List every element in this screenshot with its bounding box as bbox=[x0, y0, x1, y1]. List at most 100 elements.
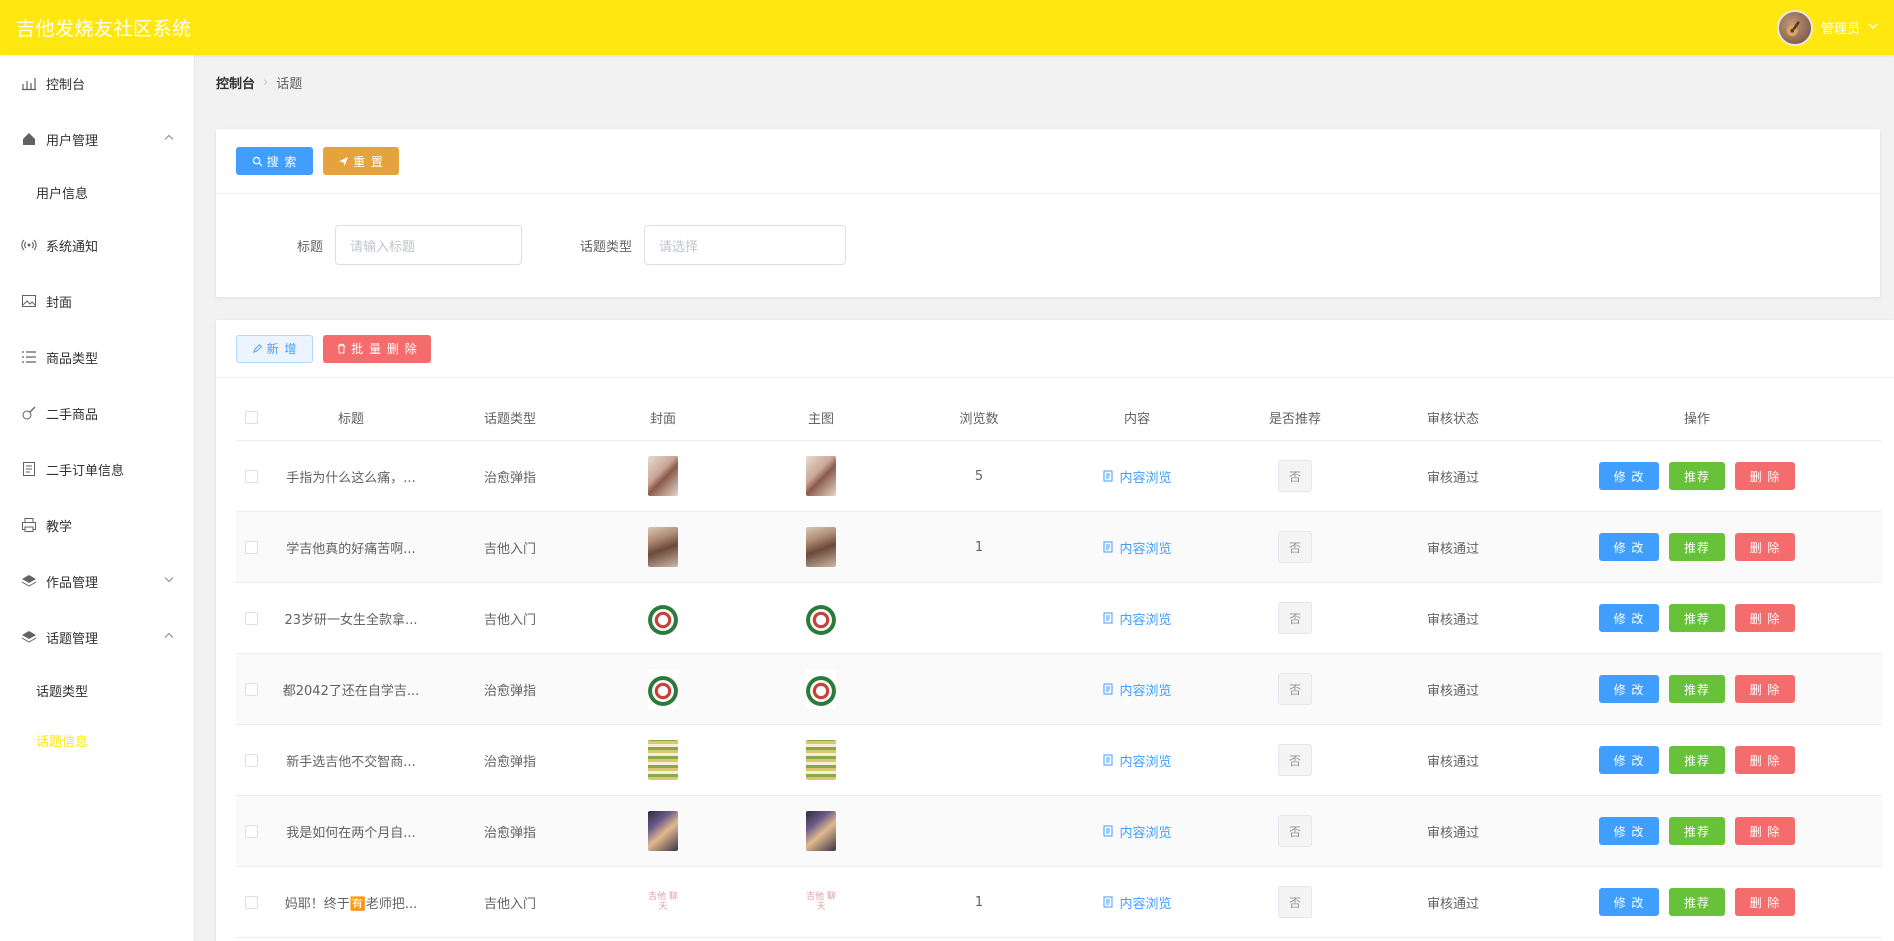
main-image-thumbnail[interactable] bbox=[806, 456, 836, 496]
broadcast-icon bbox=[20, 236, 38, 254]
printer-icon bbox=[20, 516, 38, 534]
reset-button-label: 重 置 bbox=[353, 154, 384, 169]
row-checkbox[interactable] bbox=[244, 895, 258, 909]
top-bar: 吉他发烧友社区系统 管理员 bbox=[0, 0, 1894, 55]
row-checkbox[interactable] bbox=[244, 824, 258, 838]
recommend-toggle[interactable]: 否 bbox=[1278, 531, 1312, 563]
search-button[interactable]: 搜 索 bbox=[236, 147, 313, 175]
edit-button[interactable]: 修 改 bbox=[1599, 462, 1659, 490]
main-image-thumbnail[interactable] bbox=[806, 740, 836, 780]
cell-title: 手指为什么这么痛，... bbox=[286, 470, 416, 486]
type-select[interactable]: 请选择 bbox=[644, 225, 846, 265]
search-button-label: 搜 索 bbox=[266, 154, 298, 169]
sidebar-item-label: 作品管理 bbox=[46, 575, 99, 591]
delete-button[interactable]: 删 除 bbox=[1735, 533, 1795, 561]
edit-button[interactable]: 修 改 bbox=[1599, 533, 1659, 561]
sidebar-item-second-hand[interactable]: 二手商品 bbox=[0, 385, 194, 441]
recommend-toggle[interactable]: 否 bbox=[1278, 673, 1312, 705]
app-title: 吉他发烧友社区系统 bbox=[16, 18, 192, 40]
sidebar-item-topic-type[interactable]: 话题类型 bbox=[0, 665, 194, 715]
recommend-toggle[interactable]: 否 bbox=[1278, 602, 1312, 634]
cover-thumbnail[interactable] bbox=[648, 669, 678, 709]
sidebar-item-topics[interactable]: 话题管理 bbox=[0, 609, 194, 665]
user-menu[interactable]: 管理员 bbox=[1776, 9, 1878, 46]
cover-thumbnail[interactable] bbox=[648, 598, 678, 638]
cover-thumbnail[interactable] bbox=[648, 811, 678, 851]
content-view-link[interactable]: 内容浏览 bbox=[1102, 609, 1172, 628]
content-view-link[interactable]: 内容浏览 bbox=[1102, 538, 1172, 557]
recommend-button[interactable]: 推荐 bbox=[1669, 888, 1725, 916]
sidebar-item-works[interactable]: 作品管理 bbox=[0, 553, 194, 609]
sidebar-item-cover[interactable]: 封面 bbox=[0, 273, 194, 329]
batch-delete-button[interactable]: 批 量 删 除 bbox=[323, 334, 431, 363]
content-view-link[interactable]: 内容浏览 bbox=[1102, 893, 1172, 912]
recommend-toggle[interactable]: 否 bbox=[1278, 460, 1312, 492]
recommend-button[interactable]: 推荐 bbox=[1669, 533, 1725, 561]
main-image-thumbnail[interactable] bbox=[806, 669, 836, 709]
add-button[interactable]: 新 增 bbox=[236, 334, 313, 363]
content-view-link[interactable]: 内容浏览 bbox=[1102, 751, 1172, 770]
recommend-toggle[interactable]: 否 bbox=[1278, 744, 1312, 776]
delete-button[interactable]: 删 除 bbox=[1735, 675, 1795, 703]
main-image-thumbnail[interactable] bbox=[806, 811, 836, 851]
delete-button[interactable]: 删 除 bbox=[1735, 888, 1795, 916]
sidebar-item-dashboard[interactable]: 控制台 bbox=[0, 55, 194, 111]
picture-icon bbox=[20, 292, 38, 310]
sidebar-item-orders[interactable]: 二手订单信息 bbox=[0, 441, 194, 497]
content-view-link[interactable]: 内容浏览 bbox=[1102, 822, 1172, 841]
delete-button[interactable]: 删 除 bbox=[1735, 604, 1795, 632]
main-image-thumbnail[interactable] bbox=[806, 598, 836, 638]
row-checkbox[interactable] bbox=[244, 753, 258, 767]
breadcrumb-home[interactable]: 控制台 bbox=[216, 73, 255, 92]
edit-button[interactable]: 修 改 bbox=[1599, 888, 1659, 916]
delete-button[interactable]: 删 除 bbox=[1735, 462, 1795, 490]
avatar[interactable] bbox=[1776, 9, 1813, 46]
cover-thumbnail[interactable] bbox=[648, 456, 678, 496]
edit-button[interactable]: 修 改 bbox=[1599, 746, 1659, 774]
cover-thumbnail[interactable] bbox=[648, 527, 678, 567]
table-row: 手指为什么这么痛，... 治愈弹指 5 内容浏览 否 审核通过 修 改 推荐 删… bbox=[236, 441, 1882, 512]
recommend-toggle[interactable]: 否 bbox=[1278, 815, 1312, 847]
header-main-image: 主图 bbox=[807, 412, 834, 427]
cell-title: 都2042了还在自学吉... bbox=[282, 683, 420, 699]
sidebar-item-label: 系统通知 bbox=[46, 239, 99, 255]
user-label[interactable]: 管理员 bbox=[1821, 18, 1860, 37]
type-label: 话题类型 bbox=[579, 239, 632, 255]
recommend-button[interactable]: 推荐 bbox=[1669, 462, 1725, 490]
delete-button[interactable]: 删 除 bbox=[1735, 746, 1795, 774]
reset-button[interactable]: 重 置 bbox=[323, 147, 399, 175]
row-checkbox[interactable] bbox=[244, 611, 258, 625]
main-image-thumbnail[interactable]: 吉他 聊天 bbox=[806, 882, 836, 922]
cover-thumbnail[interactable]: 吉他 聊天 bbox=[648, 882, 678, 922]
home-icon bbox=[20, 130, 38, 148]
content-view-link[interactable]: 内容浏览 bbox=[1102, 467, 1172, 486]
cover-thumbnail[interactable] bbox=[648, 740, 678, 780]
select-all-checkbox[interactable] bbox=[244, 411, 258, 424]
recommend-button[interactable]: 推荐 bbox=[1669, 817, 1725, 845]
delete-button[interactable]: 删 除 bbox=[1735, 817, 1795, 845]
sidebar-item-user-management[interactable]: 用户管理 bbox=[0, 111, 194, 167]
recommend-button[interactable]: 推荐 bbox=[1669, 604, 1725, 632]
row-checkbox[interactable] bbox=[244, 682, 258, 696]
cell-type: 治愈弹指 bbox=[483, 470, 536, 486]
edit-button[interactable]: 修 改 bbox=[1599, 817, 1659, 845]
sidebar-item-topic-info[interactable]: 话题信息 bbox=[0, 715, 194, 765]
content-view-link[interactable]: 内容浏览 bbox=[1102, 680, 1172, 699]
recommend-toggle[interactable]: 否 bbox=[1278, 886, 1312, 918]
table-header: 标题 话题类型 封面 主图 浏览数 内容 是否推荐 审核状态 操作 bbox=[236, 395, 1882, 441]
main-image-thumbnail[interactable] bbox=[806, 527, 836, 567]
recommend-button[interactable]: 推荐 bbox=[1669, 675, 1725, 703]
cell-status: 审核通过 bbox=[1426, 470, 1479, 486]
recommend-button[interactable]: 推荐 bbox=[1669, 746, 1725, 774]
edit-button[interactable]: 修 改 bbox=[1599, 604, 1659, 632]
edit-button[interactable]: 修 改 bbox=[1599, 675, 1659, 703]
row-checkbox[interactable] bbox=[244, 469, 258, 483]
title-input[interactable]: 请输入标题 bbox=[335, 225, 522, 265]
row-checkbox[interactable] bbox=[244, 540, 258, 554]
sidebar-item-user-info[interactable]: 用户信息 bbox=[0, 167, 194, 217]
sidebar-item-teaching[interactable]: 教学 bbox=[0, 497, 194, 553]
chevron-down-icon[interactable] bbox=[1868, 20, 1878, 35]
sidebar-item-product-type[interactable]: 商品类型 bbox=[0, 329, 194, 385]
sidebar-item-system-notice[interactable]: 系统通知 bbox=[0, 217, 194, 273]
list-icon bbox=[20, 348, 38, 366]
